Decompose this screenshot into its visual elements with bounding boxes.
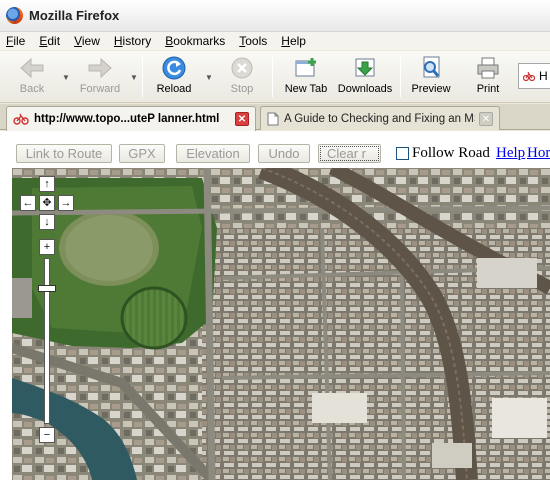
close-tab-icon[interactable]: ✕: [235, 112, 249, 126]
home-link[interactable]: Hor: [527, 145, 550, 162]
zoom-out-button[interactable]: −: [39, 427, 55, 443]
reload-dropdown-icon[interactable]: ▼: [205, 73, 213, 82]
aerial-map[interactable]: ↑ ← ✥ → ↓ + −: [12, 168, 550, 480]
close-tab-icon[interactable]: ✕: [479, 111, 493, 126]
bicycle-icon: [523, 71, 535, 81]
reload-button[interactable]: Reload: [152, 55, 196, 95]
back-label: Back: [19, 83, 45, 95]
reload-label: Reload: [156, 83, 192, 95]
zoom-slider-track[interactable]: [38, 258, 56, 424]
window-title: Mozilla Firefox: [29, 8, 120, 23]
menu-history[interactable]: History: [114, 34, 151, 48]
follow-road-checkbox[interactable]: [396, 147, 409, 160]
back-dropdown-icon[interactable]: ▼: [62, 73, 70, 82]
tab-label: A Guide to Checking and Fixing an MS...: [284, 112, 475, 125]
forward-dropdown-icon[interactable]: ▼: [130, 73, 138, 82]
firefox-logo-icon: [6, 7, 23, 24]
tab-guide[interactable]: A Guide to Checking and Fixing an MS... …: [260, 106, 500, 130]
satellite-imagery: [12, 168, 550, 480]
elevation-button[interactable]: Elevation: [176, 144, 250, 163]
page-icon: [267, 112, 279, 125]
menu-help[interactable]: Help: [281, 34, 306, 48]
help-link[interactable]: Help: [496, 145, 525, 162]
print-button[interactable]: Print: [466, 55, 510, 95]
navigation-toolbar: Back ▼ Forward ▼ Reload ▼ Stop New Tab D…: [0, 51, 550, 103]
downloads-icon: [351, 55, 379, 81]
back-arrow-icon: [18, 55, 46, 81]
new-tab-button[interactable]: New Tab: [282, 55, 330, 95]
menu-file[interactable]: File: [6, 34, 25, 48]
gpx-button[interactable]: GPX: [119, 144, 165, 163]
print-preview-icon: [417, 55, 445, 81]
stop-icon: [228, 55, 256, 81]
forward-arrow-icon: [86, 55, 114, 81]
menu-edit[interactable]: Edit: [39, 34, 60, 48]
new-tab-label: New Tab: [284, 83, 328, 95]
tab-label: http://www.topo...uteP lanner.html: [34, 113, 220, 125]
zoom-slider-thumb[interactable]: [38, 285, 56, 292]
route-planner-toolbar: Link to Route GPX Elevation Undo Clear r…: [0, 131, 550, 168]
downloads-label: Downloads: [337, 83, 393, 95]
new-tab-icon: [292, 55, 320, 81]
title-bar: Mozilla Firefox: [0, 0, 550, 32]
menu-tools[interactable]: Tools: [239, 34, 267, 48]
link-to-route-button[interactable]: Link to Route: [16, 144, 112, 163]
tab-strip: http://www.topo...uteP lanner.html ✕ A G…: [0, 104, 550, 131]
pan-up-button[interactable]: ↑: [39, 176, 55, 192]
pan-down-button[interactable]: ↓: [39, 214, 55, 230]
preview-label: Preview: [411, 83, 451, 95]
back-button[interactable]: Back: [10, 55, 54, 95]
toolbar-separator: [272, 57, 273, 97]
preview-button[interactable]: Preview: [408, 55, 454, 95]
reload-icon: [160, 55, 188, 81]
clear-route-button[interactable]: Clear r: [318, 144, 381, 163]
menu-bar: File Edit View History Bookmarks Tools H…: [0, 32, 550, 50]
stop-label: Stop: [230, 83, 254, 95]
bookmark-toolbar-item[interactable]: H: [518, 63, 550, 89]
pan-right-button[interactable]: →: [58, 195, 74, 211]
forward-button[interactable]: Forward: [76, 55, 124, 95]
print-label: Print: [476, 83, 500, 95]
menu-bookmarks[interactable]: Bookmarks: [165, 34, 225, 48]
undo-button[interactable]: Undo: [258, 144, 310, 163]
tab-route-planner[interactable]: http://www.topo...uteP lanner.html ✕: [6, 106, 256, 131]
zoom-in-button[interactable]: +: [39, 239, 55, 255]
stop-button[interactable]: Stop: [224, 55, 260, 95]
downloads-button[interactable]: Downloads: [336, 55, 394, 95]
follow-road-label: Follow Road: [412, 145, 490, 161]
menu-view[interactable]: View: [74, 34, 100, 48]
bookmark-label: H: [539, 69, 548, 83]
toolbar-separator: [142, 57, 143, 97]
pan-left-button[interactable]: ←: [20, 195, 36, 211]
page-content: Link to Route GPX Elevation Undo Clear r…: [0, 131, 550, 480]
bicycle-icon: [13, 113, 29, 125]
toolbar-separator: [400, 57, 401, 97]
pan-center-icon[interactable]: ✥: [39, 195, 55, 211]
forward-label: Forward: [79, 83, 121, 95]
printer-icon: [474, 55, 502, 81]
